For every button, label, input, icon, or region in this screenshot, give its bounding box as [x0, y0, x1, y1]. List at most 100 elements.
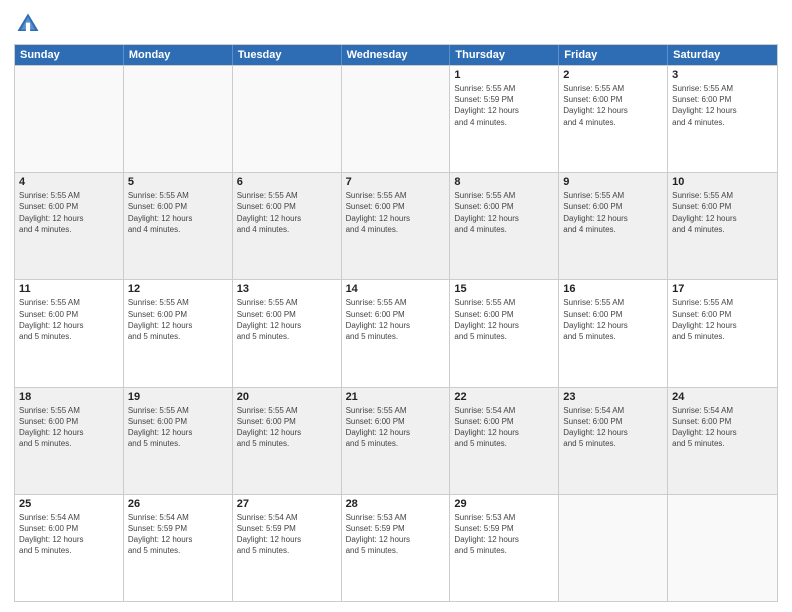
calendar-cell: 21 Sunrise: 5:55 AM Sunset: 6:00 PM Dayli… [342, 388, 451, 494]
day-number: 14 [346, 283, 446, 295]
day-info: Sunrise: 5:55 AM Sunset: 6:00 PM Dayligh… [454, 190, 554, 235]
day-number: 16 [563, 283, 663, 295]
day-info: Sunrise: 5:55 AM Sunset: 6:00 PM Dayligh… [672, 297, 773, 342]
day-info: Sunrise: 5:55 AM Sunset: 6:00 PM Dayligh… [19, 405, 119, 450]
cal-header-day: Saturday [668, 45, 777, 65]
calendar-cell [233, 66, 342, 172]
calendar-cell: 3 Sunrise: 5:55 AM Sunset: 6:00 PM Daylig… [668, 66, 777, 172]
day-number: 7 [346, 176, 446, 188]
calendar-cell: 9 Sunrise: 5:55 AM Sunset: 6:00 PM Daylig… [559, 173, 668, 279]
calendar-cell: 19 Sunrise: 5:55 AM Sunset: 6:00 PM Dayli… [124, 388, 233, 494]
day-number: 4 [19, 176, 119, 188]
day-number: 22 [454, 391, 554, 403]
day-info: Sunrise: 5:55 AM Sunset: 5:59 PM Dayligh… [454, 83, 554, 128]
day-info: Sunrise: 5:55 AM Sunset: 6:00 PM Dayligh… [237, 405, 337, 450]
cal-header-day: Tuesday [233, 45, 342, 65]
calendar-cell: 8 Sunrise: 5:55 AM Sunset: 6:00 PM Daylig… [450, 173, 559, 279]
calendar-row: 18 Sunrise: 5:55 AM Sunset: 6:00 PM Dayli… [15, 387, 777, 494]
day-info: Sunrise: 5:55 AM Sunset: 6:00 PM Dayligh… [19, 297, 119, 342]
calendar-cell: 7 Sunrise: 5:55 AM Sunset: 6:00 PM Daylig… [342, 173, 451, 279]
calendar-cell: 5Sunrise: 5:55 AM Sunset: 6:00 PM Daylig… [124, 173, 233, 279]
calendar-cell: 25Sunrise: 5:54 AM Sunset: 6:00 PM Dayli… [15, 495, 124, 601]
page: SundayMondayTuesdayWednesdayThursdayFrid… [0, 0, 792, 612]
day-info: Sunrise: 5:54 AM Sunset: 6:00 PM Dayligh… [672, 405, 773, 450]
day-number: 29 [454, 498, 554, 510]
day-number: 2 [563, 69, 663, 81]
day-info: Sunrise: 5:55 AM Sunset: 6:00 PM Dayligh… [128, 190, 228, 235]
calendar-row: 1 Sunrise: 5:55 AM Sunset: 5:59 PM Daylig… [15, 65, 777, 172]
calendar-cell: 14 Sunrise: 5:55 AM Sunset: 6:00 PM Dayli… [342, 280, 451, 386]
calendar-cell: 13 Sunrise: 5:55 AM Sunset: 6:00 PM Dayli… [233, 280, 342, 386]
calendar-row: 11 Sunrise: 5:55 AM Sunset: 6:00 PM Dayli… [15, 279, 777, 386]
calendar-row: 4 Sunrise: 5:55 AM Sunset: 6:00 PM Daylig… [15, 172, 777, 279]
calendar-cell: 6 Sunrise: 5:55 AM Sunset: 6:00 PM Daylig… [233, 173, 342, 279]
day-info: Sunrise: 5:55 AM Sunset: 6:00 PM Dayligh… [563, 297, 663, 342]
calendar-body: 1 Sunrise: 5:55 AM Sunset: 5:59 PM Daylig… [15, 65, 777, 601]
day-info: Sunrise: 5:55 AM Sunset: 6:00 PM Dayligh… [19, 190, 119, 235]
day-info: Sunrise: 5:55 AM Sunset: 6:00 PM Dayligh… [237, 190, 337, 235]
day-info: Sunrise: 5:55 AM Sunset: 6:00 PM Dayligh… [346, 405, 446, 450]
day-info: Sunrise: 5:54 AM Sunset: 6:00 PM Dayligh… [563, 405, 663, 450]
day-number: 11 [19, 283, 119, 295]
calendar-cell [559, 495, 668, 601]
day-number: 27 [237, 498, 337, 510]
day-number: 25 [19, 498, 119, 510]
day-info: Sunrise: 5:55 AM Sunset: 6:00 PM Dayligh… [454, 297, 554, 342]
calendar-cell [124, 66, 233, 172]
header [14, 10, 778, 38]
cal-header-day: Thursday [450, 45, 559, 65]
day-info: Sunrise: 5:53 AM Sunset: 5:59 PM Dayligh… [454, 512, 554, 557]
day-number: 19 [128, 391, 228, 403]
calendar-cell: 26Sunrise: 5:54 AM Sunset: 5:59 PM Dayli… [124, 495, 233, 601]
day-info: Sunrise: 5:53 AM Sunset: 5:59 PM Dayligh… [346, 512, 446, 557]
day-info: Sunrise: 5:55 AM Sunset: 6:00 PM Dayligh… [346, 190, 446, 235]
day-number: 18 [19, 391, 119, 403]
calendar-cell: 2 Sunrise: 5:55 AM Sunset: 6:00 PM Daylig… [559, 66, 668, 172]
day-number: 20 [237, 391, 337, 403]
day-number: 3 [672, 69, 773, 81]
day-info: Sunrise: 5:55 AM Sunset: 6:00 PM Dayligh… [672, 190, 773, 235]
day-number: 9 [563, 176, 663, 188]
calendar-cell: 20 Sunrise: 5:55 AM Sunset: 6:00 PM Dayli… [233, 388, 342, 494]
day-number: 10 [672, 176, 773, 188]
calendar-row: 25Sunrise: 5:54 AM Sunset: 6:00 PM Dayli… [15, 494, 777, 601]
logo-icon [14, 10, 42, 38]
calendar-cell: 16 Sunrise: 5:55 AM Sunset: 6:00 PM Dayli… [559, 280, 668, 386]
day-number: 8 [454, 176, 554, 188]
day-number: 24 [672, 391, 773, 403]
calendar-cell: 12 Sunrise: 5:55 AM Sunset: 6:00 PM Dayli… [124, 280, 233, 386]
day-number: 26 [128, 498, 228, 510]
day-info: Sunrise: 5:55 AM Sunset: 6:00 PM Dayligh… [563, 83, 663, 128]
day-info: Sunrise: 5:54 AM Sunset: 5:59 PM Dayligh… [237, 512, 337, 557]
calendar-cell: 10 Sunrise: 5:55 AM Sunset: 6:00 PM Dayli… [668, 173, 777, 279]
day-info: Sunrise: 5:55 AM Sunset: 6:00 PM Dayligh… [128, 405, 228, 450]
calendar-cell: 4 Sunrise: 5:55 AM Sunset: 6:00 PM Daylig… [15, 173, 124, 279]
calendar-cell: 24 Sunrise: 5:54 AM Sunset: 6:00 PM Dayli… [668, 388, 777, 494]
day-number: 13 [237, 283, 337, 295]
day-number: 1 [454, 69, 554, 81]
cal-header-day: Wednesday [342, 45, 451, 65]
day-info: Sunrise: 5:55 AM Sunset: 6:00 PM Dayligh… [563, 190, 663, 235]
day-number: 21 [346, 391, 446, 403]
calendar-cell: 23Sunrise: 5:54 AM Sunset: 6:00 PM Dayli… [559, 388, 668, 494]
day-info: Sunrise: 5:55 AM Sunset: 6:00 PM Dayligh… [346, 297, 446, 342]
cal-header-day: Monday [124, 45, 233, 65]
calendar-cell: 17 Sunrise: 5:55 AM Sunset: 6:00 PM Dayli… [668, 280, 777, 386]
day-number: 17 [672, 283, 773, 295]
calendar-header: SundayMondayTuesdayWednesdayThursdayFrid… [15, 45, 777, 65]
calendar-cell: 28 Sunrise: 5:53 AM Sunset: 5:59 PM Dayli… [342, 495, 451, 601]
logo [14, 10, 46, 38]
calendar: SundayMondayTuesdayWednesdayThursdayFrid… [14, 44, 778, 602]
day-info: Sunrise: 5:55 AM Sunset: 6:00 PM Dayligh… [237, 297, 337, 342]
calendar-cell: 29 Sunrise: 5:53 AM Sunset: 5:59 PM Dayli… [450, 495, 559, 601]
calendar-cell: 22Sunrise: 5:54 AM Sunset: 6:00 PM Dayli… [450, 388, 559, 494]
day-number: 6 [237, 176, 337, 188]
day-number: 12 [128, 283, 228, 295]
calendar-cell [668, 495, 777, 601]
day-number: 28 [346, 498, 446, 510]
calendar-cell: 1 Sunrise: 5:55 AM Sunset: 5:59 PM Daylig… [450, 66, 559, 172]
calendar-cell: 15Sunrise: 5:55 AM Sunset: 6:00 PM Dayli… [450, 280, 559, 386]
day-info: Sunrise: 5:55 AM Sunset: 6:00 PM Dayligh… [128, 297, 228, 342]
day-info: Sunrise: 5:55 AM Sunset: 6:00 PM Dayligh… [672, 83, 773, 128]
calendar-cell: 18 Sunrise: 5:55 AM Sunset: 6:00 PM Dayli… [15, 388, 124, 494]
